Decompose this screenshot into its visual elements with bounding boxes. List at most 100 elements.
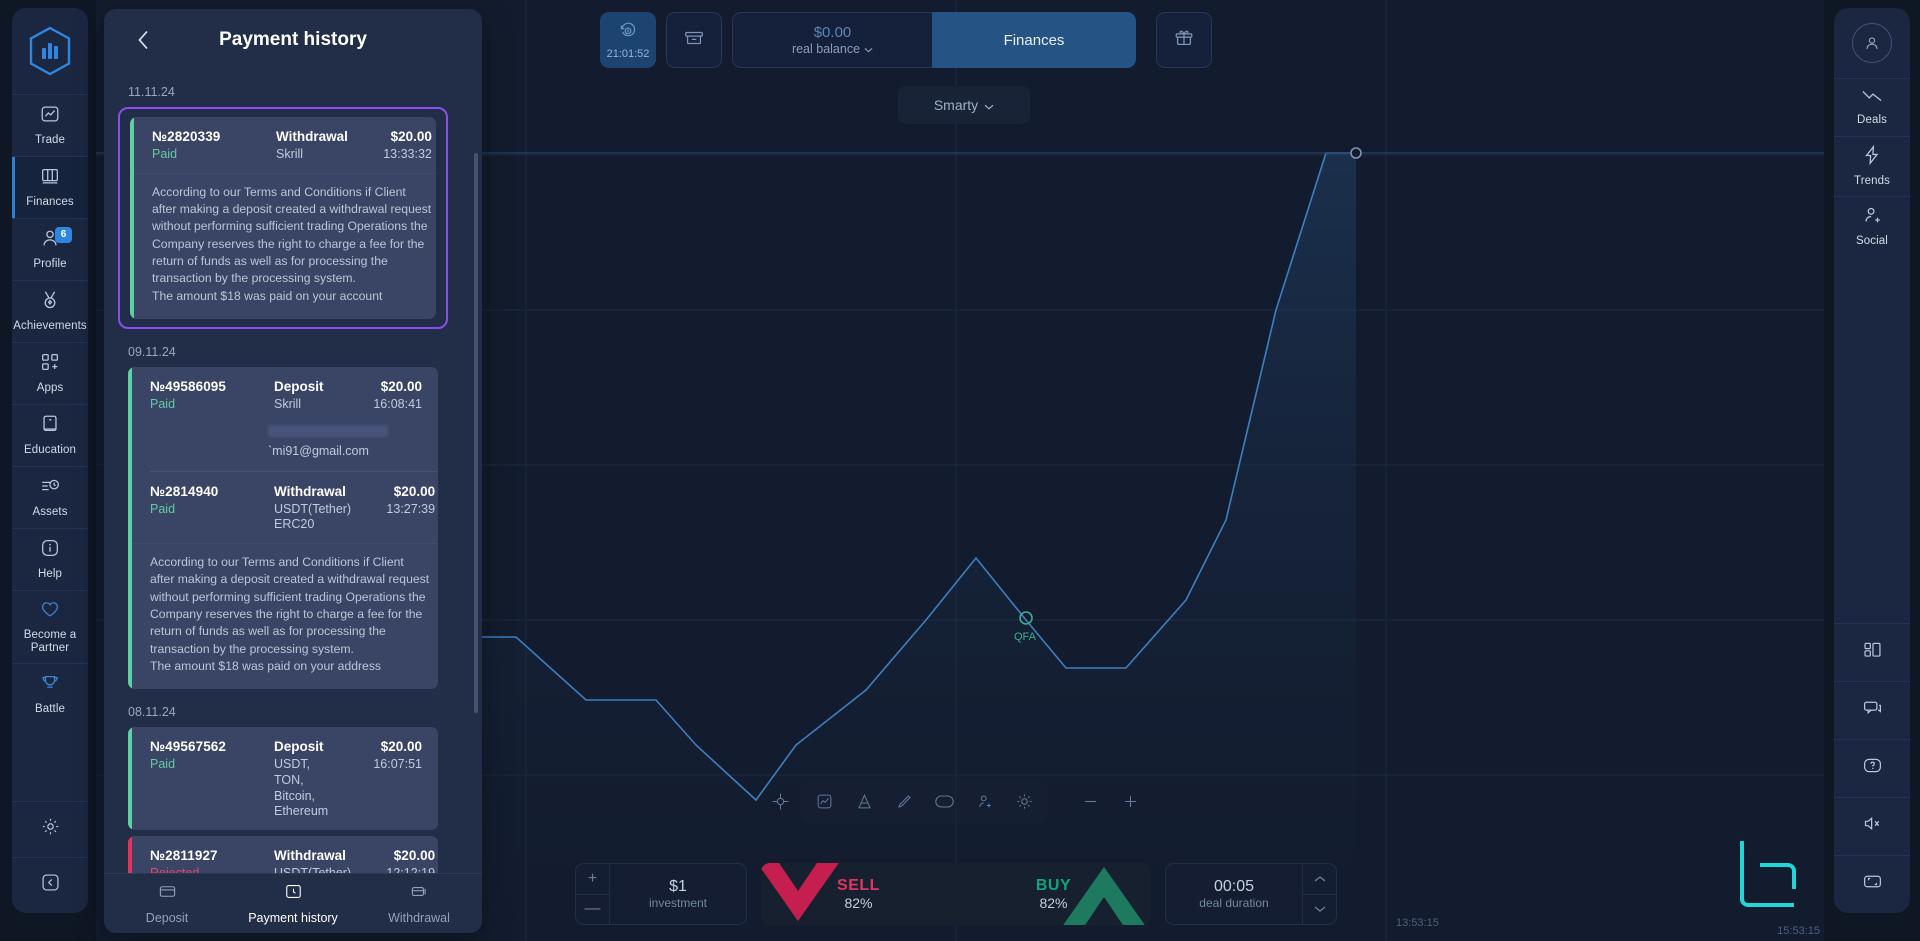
zoom-out-button[interactable] xyxy=(1070,781,1110,821)
sidebar-item-finances[interactable]: Finances xyxy=(12,156,88,218)
buy-button[interactable]: BUY 82% xyxy=(956,863,1151,925)
transaction-card-group[interactable]: №49586095 Paid Deposit Skrill $20.00 16:… xyxy=(128,366,438,690)
transaction-id-col: №49567562 Paid xyxy=(150,739,268,820)
gift-button[interactable] xyxy=(1156,12,1212,68)
sidebar-item-trade[interactable]: Trade xyxy=(12,94,88,156)
sidebar-item-assets[interactable]: Assets xyxy=(12,466,88,528)
status-stripe xyxy=(128,727,132,830)
sound-muted-icon xyxy=(1862,813,1883,839)
sidebar-item-label: Become a Partner xyxy=(23,629,77,655)
transaction-detail: `mi91@gmail.com xyxy=(128,423,438,471)
highlighted-transaction-wrapper[interactable]: №2820339 Paid Withdrawal Skrill $20.00 1… xyxy=(118,107,448,329)
chart-type-icon[interactable] xyxy=(804,781,844,821)
top-bar: 21:01:52 $0.00 real balance Finances xyxy=(600,12,1212,68)
moneyback-timer-button[interactable]: 21:01:52 xyxy=(600,12,656,68)
chat-button[interactable] xyxy=(1834,681,1910,739)
finances-tab-button[interactable]: Finances xyxy=(932,12,1136,68)
transaction-card[interactable]: №49586095 Paid Deposit Skrill $20.00 16:… xyxy=(128,367,438,471)
back-button[interactable] xyxy=(130,27,156,53)
settings-sun-icon[interactable] xyxy=(1004,781,1044,821)
transaction-amount-col: $20.00 13:27:39 xyxy=(357,484,435,533)
help-button[interactable] xyxy=(1834,739,1910,797)
note-line: without performing sufficient trading Op… xyxy=(152,219,428,234)
buy-percent: 82% xyxy=(1039,895,1068,911)
sidebar-item-deals[interactable]: Deals xyxy=(1834,78,1910,136)
transaction-type: Deposit xyxy=(274,378,324,394)
transaction-card[interactable]: №2811927 Rejected Withdrawal USDT(Tether… xyxy=(128,835,438,873)
transaction-id: №2820339 xyxy=(152,129,221,144)
chart-tool-group xyxy=(800,779,1048,823)
profile-badge: 6 xyxy=(55,227,72,243)
payment-history-list[interactable]: 11.11.24 №2820339 Paid Withdrawal Skrill xyxy=(104,71,482,873)
left-sidebar: Trade Finances 6 Profile Achievements Ap… xyxy=(12,8,88,913)
zoom-in-button[interactable] xyxy=(1110,781,1150,821)
sidebar-item-help[interactable]: Help xyxy=(12,528,88,590)
investment-decrease-button[interactable]: — xyxy=(576,893,609,925)
note-line: after making a deposit created a withdra… xyxy=(150,572,430,587)
sidebar-item-become-a-partner[interactable]: Become a Partner xyxy=(12,590,88,663)
group-date: 11.11.24 xyxy=(128,85,175,99)
transaction-id: №2814940 xyxy=(150,483,219,499)
sidebar-item-achievements[interactable]: Achievements xyxy=(12,280,88,342)
deposit-card-icon xyxy=(158,882,177,906)
duration-increase-button[interactable] xyxy=(1303,864,1336,894)
transaction-time: 16:07:51 xyxy=(373,757,422,772)
transaction-type-col: Deposit USDT, TON, Bitcoin, Ethereum xyxy=(274,739,338,820)
sidebar-item-trends[interactable]: Trends xyxy=(1834,136,1910,196)
fullscreen-button[interactable] xyxy=(1834,855,1910,913)
pencil-draw-icon[interactable] xyxy=(884,781,924,821)
transaction-id: №49567562 xyxy=(150,739,227,755)
transaction-amount: $20.00 xyxy=(393,483,436,499)
investment-increase-button[interactable]: + xyxy=(576,864,609,894)
withdrawal-card-icon xyxy=(410,882,429,906)
assets-clock-list-icon xyxy=(39,475,61,502)
status-stripe xyxy=(128,366,132,690)
layout-button[interactable] xyxy=(1834,623,1910,681)
duration-field[interactable]: 00:05 deal duration xyxy=(1165,863,1337,925)
chart-time-label: 13:53:15 xyxy=(1396,917,1439,929)
avatar[interactable] xyxy=(1834,8,1910,78)
duration-decrease-button[interactable] xyxy=(1303,893,1336,925)
education-book-icon xyxy=(39,413,61,440)
transaction-card[interactable]: №2814940 Paid Withdrawal USDT(Tether) ER… xyxy=(128,472,438,690)
sidebar-settings-button[interactable] xyxy=(12,801,88,857)
scrollbar-thumb[interactable] xyxy=(474,153,478,713)
history-group: 09.11.24 №49586095 Paid Deposit Skrill $… xyxy=(118,331,468,690)
tab-label: Withdrawal xyxy=(388,911,450,925)
payment-history-tabs: Deposit Payment history Withdrawal xyxy=(104,873,482,933)
transaction-type: Withdrawal xyxy=(274,847,346,863)
help-info-icon xyxy=(39,537,61,564)
transaction-amount: $20.00 xyxy=(393,847,436,863)
sidebar-item-apps[interactable]: Apps xyxy=(12,342,88,404)
sidebar-item-social[interactable]: Social xyxy=(1834,196,1910,256)
shape-icon[interactable] xyxy=(924,781,964,821)
sidebar-item-battle[interactable]: Battle xyxy=(12,663,88,725)
transaction-card-group[interactable]: №49567562 Paid Deposit USDT, TON, Bitcoi… xyxy=(128,727,438,830)
asset-selector[interactable]: Smarty xyxy=(898,86,1030,124)
sidebar-item-profile[interactable]: 6 Profile xyxy=(12,218,88,280)
trade-chart-icon xyxy=(39,103,61,130)
status-badge: Paid xyxy=(150,501,176,516)
indicators-icon[interactable] xyxy=(844,781,884,821)
transaction-card[interactable]: №2820339 Paid Withdrawal Skrill $20.00 1… xyxy=(130,117,436,319)
transaction-card[interactable]: №49567562 Paid Deposit USDT, TON, Bitcoi… xyxy=(128,727,438,830)
app-logo[interactable] xyxy=(12,8,88,94)
add-person-icon[interactable] xyxy=(964,781,1004,821)
sidebar-collapse-button[interactable] xyxy=(12,857,88,913)
investment-field[interactable]: + — $1 investment xyxy=(575,863,747,925)
transaction-id-col: №2820339 Paid xyxy=(152,129,270,163)
transaction-amount-col: $20.00 12:12:19 xyxy=(357,848,435,873)
tab-payment-history[interactable]: Payment history xyxy=(230,882,356,925)
group-date: 08.11.24 xyxy=(128,705,176,720)
tab-withdrawal[interactable]: Withdrawal xyxy=(356,882,482,925)
sidebar-item-education[interactable]: Education xyxy=(12,404,88,466)
sound-button[interactable] xyxy=(1834,797,1910,855)
tab-deposit[interactable]: Deposit xyxy=(104,882,230,925)
crosshair-icon[interactable] xyxy=(760,781,800,821)
sell-button[interactable]: SELL 82% xyxy=(761,863,956,925)
archive-button[interactable] xyxy=(666,12,722,68)
balance-selector[interactable]: $0.00 real balance xyxy=(732,12,932,68)
note-line: Company reserves the right to charge a f… xyxy=(150,607,423,622)
transaction-method: Skrill xyxy=(274,396,302,411)
status-badge: Paid xyxy=(150,757,176,772)
